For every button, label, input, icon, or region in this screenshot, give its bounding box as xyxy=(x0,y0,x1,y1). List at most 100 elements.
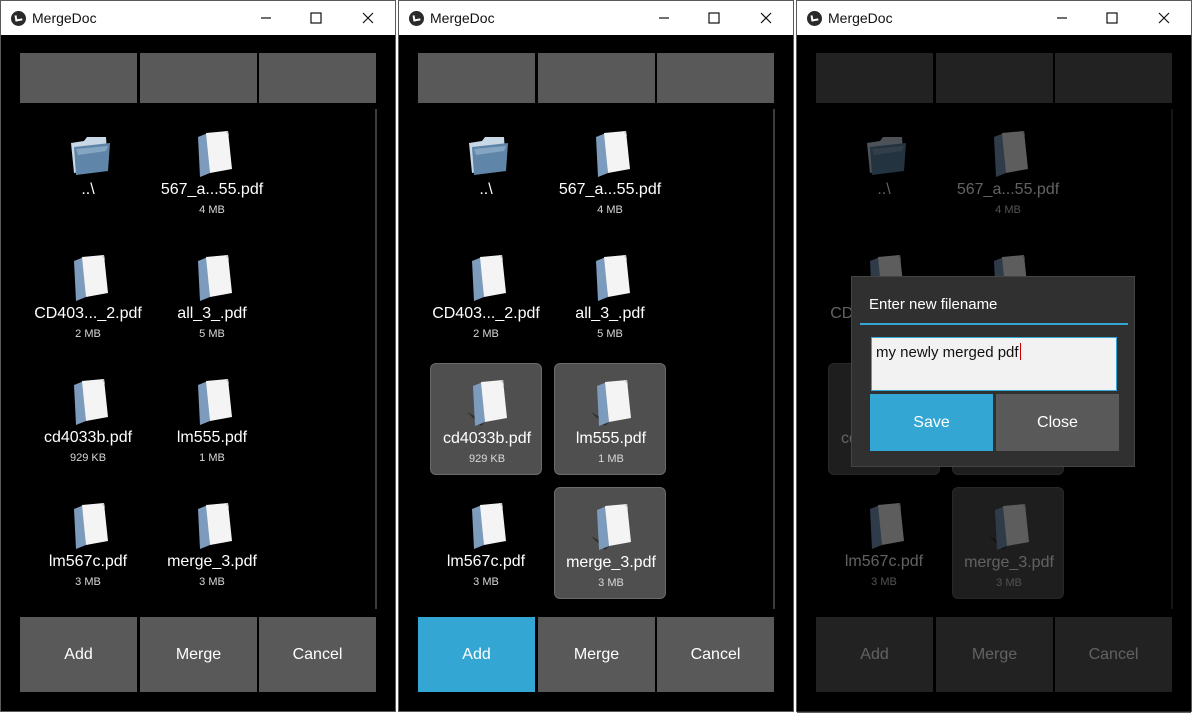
scrollbar[interactable] xyxy=(375,109,377,609)
pdf-file-icon xyxy=(74,255,108,301)
file-size: 5 MB xyxy=(199,328,225,340)
pdf-file-icon xyxy=(198,255,232,301)
window-title: MergeDoc xyxy=(828,10,893,26)
dialog-title: Enter new filename xyxy=(869,296,998,313)
file-item[interactable]: 567_a...55.pdf 4 MB xyxy=(156,115,268,227)
minimize-button[interactable] xyxy=(243,1,289,35)
maximize-button[interactable] xyxy=(1089,1,1135,35)
folder-icon xyxy=(469,137,508,175)
file-item[interactable]: all_3_.pdf 5 MB xyxy=(156,239,268,351)
dialog-divider xyxy=(860,323,1128,325)
maximize-button[interactable] xyxy=(691,1,737,35)
file-size: 2 MB xyxy=(75,328,101,340)
file-size: 929 KB xyxy=(468,453,506,465)
cancel-button[interactable]: Cancel xyxy=(259,617,376,692)
pdf-file-icon xyxy=(467,380,507,426)
path-segment[interactable] xyxy=(20,53,137,103)
file-size: 4 MB xyxy=(597,204,623,216)
app-logo-icon xyxy=(807,11,822,26)
filename-dialog: Enter new filename my newly merged pdf S… xyxy=(851,276,1135,467)
file-item[interactable]: merge_3.pdf 3 MB xyxy=(156,487,268,599)
cancel-button[interactable]: Cancel xyxy=(657,617,774,692)
pdf-file-icon xyxy=(472,255,506,301)
add-button[interactable]: Add xyxy=(20,617,137,692)
file-item[interactable]: cd4033b.pdf 929 KB xyxy=(32,363,144,475)
scrollbar[interactable] xyxy=(773,109,775,609)
path-segment[interactable] xyxy=(418,53,535,103)
pdf-file-icon xyxy=(198,131,232,177)
pdf-file-icon xyxy=(198,379,232,425)
file-size: 5 MB xyxy=(597,328,623,340)
title-bar: MergeDoc xyxy=(797,1,1191,35)
file-name: all_3_.pdf xyxy=(177,305,247,322)
path-segment[interactable] xyxy=(259,53,376,103)
file-size: 3 MB xyxy=(75,576,101,588)
file-item-selected[interactable]: merge_3.pdf 3 MB xyxy=(554,487,666,599)
file-size: 2 MB xyxy=(473,328,499,340)
file-item-selected[interactable]: lm555.pdf 1 MB xyxy=(554,363,666,475)
file-size: 3 MB xyxy=(598,577,624,589)
file-size: 1 MB xyxy=(199,452,225,464)
pdf-file-icon xyxy=(591,380,631,426)
file-name: lm555.pdf xyxy=(176,429,248,446)
title-bar: MergeDoc xyxy=(399,1,793,35)
merge-button[interactable]: Merge xyxy=(140,617,257,692)
file-size: 929 KB xyxy=(69,452,107,464)
file-item[interactable]: ..\ xyxy=(430,115,542,227)
minimize-button[interactable] xyxy=(1039,1,1085,35)
close-button[interactable] xyxy=(743,1,789,35)
file-item[interactable]: ..\ xyxy=(32,115,144,227)
file-size: 1 MB xyxy=(598,453,624,465)
file-item[interactable]: 567_a...55.pdf 4 MB xyxy=(554,115,666,227)
file-item-selected[interactable]: cd4033b.pdf 929 KB xyxy=(430,363,542,475)
add-button[interactable]: Add xyxy=(418,617,535,692)
path-segment[interactable] xyxy=(657,53,774,103)
app-logo-icon xyxy=(11,11,26,26)
file-name: 567_a...55.pdf xyxy=(558,181,662,198)
text-caret xyxy=(1019,343,1021,360)
pdf-file-icon xyxy=(198,503,232,549)
path-segment[interactable] xyxy=(140,53,257,103)
filename-input[interactable]: my newly merged pdf xyxy=(871,337,1117,391)
window-1: MergeDoc ..\ 567_a...55.pdf 4 MB CD403..… xyxy=(0,0,396,712)
file-name: merge_3.pdf xyxy=(167,553,257,570)
title-bar: MergeDoc xyxy=(1,1,395,35)
action-bar: Add Merge Cancel xyxy=(20,617,377,692)
file-name: all_3_.pdf xyxy=(575,305,645,322)
window-2: MergeDoc ..\ 567_a...55.pdf 4 MB CD403..… xyxy=(398,0,794,712)
action-bar: Add Merge Cancel xyxy=(418,617,775,692)
file-item[interactable]: lm567c.pdf 3 MB xyxy=(32,487,144,599)
file-name: lm555.pdf xyxy=(575,430,647,447)
pdf-file-icon xyxy=(74,503,108,549)
close-button[interactable] xyxy=(345,1,391,35)
folder-icon xyxy=(71,137,110,175)
window-3: MergeDoc ..\ 567_a...55.pdf 4 MB CD403..… xyxy=(796,0,1192,713)
pdf-file-icon xyxy=(596,255,630,301)
path-segment[interactable] xyxy=(538,53,655,103)
close-button[interactable] xyxy=(1141,1,1187,35)
window-title: MergeDoc xyxy=(430,10,495,26)
app-logo-icon xyxy=(409,11,424,26)
merge-button[interactable]: Merge xyxy=(538,617,655,692)
file-item[interactable]: all_3_.pdf 5 MB xyxy=(554,239,666,351)
minimize-button[interactable] xyxy=(641,1,687,35)
close-dialog-button[interactable]: Close xyxy=(996,394,1119,451)
file-size: 3 MB xyxy=(199,576,225,588)
file-item[interactable]: lm555.pdf 1 MB xyxy=(156,363,268,475)
pdf-file-icon xyxy=(74,379,108,425)
file-name: 567_a...55.pdf xyxy=(160,181,264,198)
pdf-file-icon xyxy=(591,504,631,550)
file-item[interactable]: lm567c.pdf 3 MB xyxy=(430,487,542,599)
save-button[interactable]: Save xyxy=(870,394,993,451)
file-size: 3 MB xyxy=(473,576,499,588)
pdf-file-icon xyxy=(472,503,506,549)
maximize-button[interactable] xyxy=(293,1,339,35)
filename-input-value: my newly merged pdf xyxy=(876,344,1019,361)
path-bar xyxy=(20,53,377,103)
file-item[interactable]: CD403..._2.pdf 2 MB xyxy=(430,239,542,351)
window-title: MergeDoc xyxy=(32,10,97,26)
file-size: 4 MB xyxy=(199,204,225,216)
file-name: merge_3.pdf xyxy=(566,554,656,571)
file-item[interactable]: CD403..._2.pdf 2 MB xyxy=(32,239,144,351)
pdf-file-icon xyxy=(596,131,630,177)
